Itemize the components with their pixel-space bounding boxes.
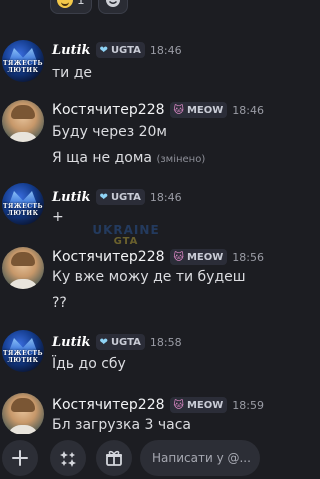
avatar-text: ТЯЖЕСТЬ ЛЮТИК [3,350,43,364]
cat-icon: 🐱 [173,104,184,116]
server-tag-label: MEOW [186,399,224,411]
server-tag[interactable]: 🐱 MEOW [169,249,228,265]
server-tag-label: UGTA [110,336,141,348]
message-input-placeholder: Написати у @... [152,451,251,465]
cat-icon: 🐱 [173,251,184,263]
avatar[interactable] [2,100,44,142]
avatar[interactable]: ТЯЖЕСТЬ ЛЮТИК [2,330,44,372]
username[interactable]: Костячитер228 [52,397,165,413]
apps-button[interactable] [50,440,86,476]
server-tag-label: MEOW [186,251,224,263]
edited-label: (змінено) [156,154,206,165]
watermark-line1: UKRAINE [92,223,160,237]
gift-icon [106,450,122,466]
avatar-text: ТЯЖЕСТЬ ЛЮТИК [3,203,43,217]
message-text-content: Я ща не дома [52,150,152,166]
username[interactable]: Lutik [52,335,91,350]
avatar[interactable]: ТЯЖЕСТЬ ЛЮТИК [2,40,44,82]
heart-icon: ❤ [99,336,108,348]
apps-icon [60,451,76,467]
message-text[interactable]: ?? [52,295,67,311]
server-tag-label: UGTA [110,191,141,203]
reaction-smile[interactable]: 1 [50,0,92,14]
avatar[interactable] [2,247,44,289]
message-text[interactable]: + [52,209,64,225]
server-tag[interactable]: ❤ UGTA [95,334,145,350]
add-attachment-button[interactable] [2,440,38,476]
server-tag-label: MEOW [186,104,224,116]
message-header: Костячитер228 🐱 MEOW 18:56 [52,249,264,265]
watermark-logo: UKRAINE GTA [86,224,166,248]
username[interactable]: Lutik [52,190,91,205]
message-header: Костячитер228 🐱 MEOW 18:46 [52,102,264,118]
timestamp: 18:46 [149,190,182,204]
server-tag[interactable]: 🐱 MEOW [169,102,228,118]
plus-icon [12,450,28,466]
reactions-row: 1 [50,0,128,14]
reaction-count: 1 [77,0,85,7]
timestamp: 18:59 [232,398,264,412]
message-header: Костячитер228 🐱 MEOW 18:59 [52,397,264,413]
heart-icon: ❤ [99,191,108,203]
message-header: Lutik ❤ UGTA 18:46 [52,42,182,58]
slightly-smiling-emoji-icon [57,0,73,8]
watermark-line2: GTA [113,236,139,247]
message-header: Lutik ❤ UGTA 18:58 [52,334,182,350]
add-reaction-button[interactable] [97,0,128,14]
server-tag[interactable]: ❤ UGTA [95,189,145,205]
message-text[interactable]: Їдь до сбу [52,356,126,372]
server-tag-label: UGTA [110,44,141,56]
message-text[interactable]: Я ща не дома (змінено) [52,150,205,166]
gift-button[interactable] [96,440,132,476]
message-text[interactable]: Ку вже можу де ти будеш [52,269,246,285]
avatar-text: ТЯЖЕСТЬ ЛЮТИК [3,60,43,74]
heart-icon: ❤ [99,44,108,56]
server-tag[interactable]: ❤ UGTA [95,42,145,58]
timestamp: 18:46 [232,103,264,117]
add-reaction-icon [105,0,120,7]
message-header: Lutik ❤ UGTA 18:46 [52,189,182,205]
username[interactable]: Костячитер228 [52,102,165,118]
timestamp: 18:56 [232,250,264,264]
message-text[interactable]: Буду через 20м [52,124,167,140]
avatar[interactable] [2,393,44,435]
message-text[interactable]: Бл загрузка 3 часа [52,417,191,433]
username[interactable]: Костячитер228 [52,249,165,265]
avatar[interactable]: ТЯЖЕСТЬ ЛЮТИК [2,183,44,225]
server-tag[interactable]: 🐱 MEOW [169,397,228,413]
message-input[interactable]: Написати у @... [140,440,260,476]
cat-icon: 🐱 [173,399,184,411]
username[interactable]: Lutik [52,43,91,58]
timestamp: 18:58 [149,335,182,349]
timestamp: 18:46 [149,43,182,57]
message-composer: Написати у @... [0,434,260,479]
message-text[interactable]: ти де [52,65,92,81]
